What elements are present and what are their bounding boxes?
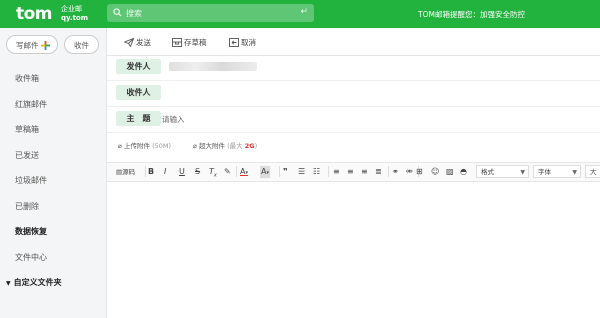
search-box[interactable]: 搜索 ↵ bbox=[107, 4, 314, 22]
toolbar-divider bbox=[328, 166, 329, 177]
justify-icon[interactable]: ≣ bbox=[375, 166, 382, 178]
subject-row: 主 题 bbox=[107, 107, 600, 133]
sidebar-item-custom-folders[interactable]: ▼ 自定义文件夹 bbox=[6, 277, 62, 288]
caret-down-icon: ▼ bbox=[520, 169, 525, 176]
upload-attachment-hint: (50M) bbox=[152, 142, 172, 150]
emoji-icon[interactable]: ☺ bbox=[431, 166, 439, 178]
font-color-icon[interactable]: A▾ bbox=[240, 166, 248, 178]
sidebar: 写邮件 收件 收件箱 红旗邮件 草稿箱 已发送 垃圾邮件 已删除 数据恢复 文件… bbox=[0, 28, 107, 318]
send-icon bbox=[123, 37, 135, 48]
logo-subtitle: 企业邮 bbox=[61, 5, 82, 13]
logo-wordmark: tom bbox=[16, 4, 53, 24]
write-mail-label: 写邮件 bbox=[16, 41, 39, 50]
align-center-icon[interactable]: ≡ bbox=[347, 166, 354, 178]
write-mail-button[interactable]: 写邮件 bbox=[6, 35, 58, 54]
security-notice[interactable]: TOM邮箱提醒您：加强安全防控 bbox=[418, 9, 525, 20]
editor-body[interactable] bbox=[107, 181, 600, 318]
size-select-value: 大小 bbox=[590, 168, 597, 176]
subject-input[interactable] bbox=[162, 113, 582, 125]
send-label: 发送 bbox=[136, 38, 151, 47]
sidebar-item-spam[interactable]: 垃圾邮件 bbox=[15, 175, 47, 186]
font-select[interactable]: 字体 ▼ bbox=[533, 165, 581, 178]
size-select[interactable]: 大小 bbox=[585, 165, 600, 178]
save-draft-icon bbox=[172, 38, 182, 47]
paperclip-icon: ⌀ bbox=[193, 142, 197, 150]
compose-toolbar: 发送 存草稿 取消 bbox=[107, 28, 600, 56]
sidebar-item-flagged[interactable]: 红旗邮件 bbox=[15, 99, 47, 110]
paperclip-icon: ⌀ bbox=[118, 142, 122, 150]
upload-attachment-button[interactable]: ⌀ 上传附件 (50M) bbox=[118, 140, 171, 150]
source-button[interactable]: ▤源码 bbox=[116, 166, 135, 178]
big-attachment-size: 2G bbox=[244, 142, 255, 150]
sidebar-item-file-center[interactable]: 文件中心 bbox=[15, 252, 47, 263]
enter-icon[interactable]: ↵ bbox=[300, 7, 308, 17]
clear-format-icon[interactable]: Tx bbox=[209, 166, 217, 179]
search-input[interactable]: 搜索 bbox=[126, 8, 142, 19]
format-painter-icon[interactable]: ✎ bbox=[224, 166, 231, 178]
recipient-row[interactable]: 收件人 bbox=[107, 81, 600, 107]
search-icon bbox=[113, 8, 122, 19]
big-attachment-hint-post: ) bbox=[254, 142, 258, 150]
upload-attachment-label: 上传附件 bbox=[124, 142, 150, 150]
sender-address[interactable] bbox=[169, 62, 257, 71]
compose-area: 发送 存草稿 取消 发件人 收件人 主 题 ⌀ 上传附件 (50M) ⌀ 超大附… bbox=[107, 28, 600, 318]
toolbar-divider bbox=[145, 166, 146, 177]
background-color-icon[interactable]: A▾ bbox=[260, 166, 270, 178]
top-bar: tom 企业邮 qy.tom 搜索 ↵ TOM邮箱提醒您：加强安全防控 bbox=[0, 0, 600, 28]
sidebar-item-deleted[interactable]: 已删除 bbox=[15, 201, 39, 212]
unlink-icon[interactable]: ⚮ bbox=[406, 166, 413, 178]
caret-down-icon: ▼ bbox=[572, 169, 577, 176]
numbered-list-icon[interactable]: ☷ bbox=[313, 166, 320, 178]
image-icon[interactable]: ▨ bbox=[446, 166, 454, 178]
attachment-row: ⌀ 上传附件 (50M) ⌀ 超大附件 (最大 2G) bbox=[107, 134, 600, 156]
sidebar-item-inbox[interactable]: 收件箱 bbox=[15, 73, 39, 84]
format-select[interactable]: 格式 ▼ bbox=[476, 165, 529, 178]
link-icon[interactable]: ⚭ bbox=[392, 166, 399, 178]
receive-button[interactable]: 收件 bbox=[64, 35, 99, 54]
recipient-label: 收件人 bbox=[116, 85, 161, 100]
subject-label: 主 题 bbox=[116, 111, 161, 126]
toolbar-divider bbox=[236, 166, 237, 177]
editor-toolbar: ▤源码 B I U S Tx ✎ A▾ A▾ ❞ ☰ ☷ ≡ ≡ ≡ ≣ ⚭ ⚮… bbox=[107, 162, 600, 182]
logo-domain: qy.tom bbox=[61, 14, 89, 22]
plus-icon bbox=[41, 36, 50, 55]
save-draft-label: 存草稿 bbox=[184, 38, 207, 47]
align-right-icon[interactable]: ≡ bbox=[361, 166, 368, 178]
sidebar-item-drafts[interactable]: 草稿箱 bbox=[15, 124, 39, 135]
align-left-icon[interactable]: ≡ bbox=[333, 166, 340, 178]
big-attachment-label: 超大附件 bbox=[199, 142, 225, 150]
italic-icon[interactable]: I bbox=[164, 166, 166, 178]
cancel-label: 取消 bbox=[241, 38, 256, 47]
send-button[interactable]: 发送 bbox=[123, 37, 151, 48]
strikethrough-icon[interactable]: S bbox=[195, 166, 200, 178]
sender-row: 发件人 bbox=[107, 55, 600, 81]
custom-folders-label: 自定义文件夹 bbox=[13, 278, 62, 287]
hr-icon[interactable]: ◓ bbox=[460, 166, 467, 178]
cancel-icon bbox=[229, 38, 239, 47]
underline-icon[interactable]: U bbox=[179, 166, 185, 178]
format-select-value: 格式 bbox=[481, 168, 494, 176]
sender-label: 发件人 bbox=[116, 59, 161, 74]
font-select-value: 字体 bbox=[538, 168, 551, 176]
toolbar-divider bbox=[388, 166, 389, 177]
quote-icon[interactable]: ❞ bbox=[283, 166, 288, 178]
big-attachment-hint-pre: (最大 bbox=[227, 142, 243, 150]
bold-icon[interactable]: B bbox=[148, 166, 154, 178]
cancel-button[interactable]: 取消 bbox=[229, 37, 256, 48]
sidebar-item-data-recovery[interactable]: 数据恢复 bbox=[15, 226, 47, 237]
sidebar-item-sent[interactable]: 已发送 bbox=[15, 150, 39, 161]
bullet-list-icon[interactable]: ☰ bbox=[298, 166, 305, 178]
table-icon[interactable]: ⊞ bbox=[416, 166, 423, 178]
toolbar-divider bbox=[279, 166, 280, 177]
source-label: 源码 bbox=[122, 168, 136, 176]
save-draft-button[interactable]: 存草稿 bbox=[172, 37, 207, 48]
big-attachment-button[interactable]: ⌀ 超大附件 (最大 2G) bbox=[193, 140, 257, 150]
caret-down-icon: ▼ bbox=[6, 280, 11, 287]
